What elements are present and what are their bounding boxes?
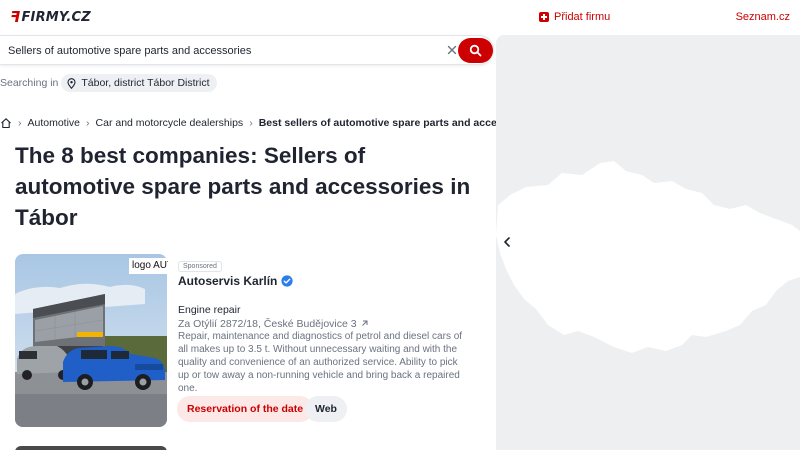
company-name-link[interactable]: Autoservis Karlín [178,274,293,288]
search-bar [0,35,494,65]
next-result-image[interactable] [15,446,167,450]
web-button[interactable]: Web [305,396,347,422]
result-description: Repair, maintenance and diagnostics of p… [178,331,463,394]
result-address-link[interactable]: Za Otýlií 2872/18, České Budějovice 3 [178,318,368,330]
seznam-link[interactable]: Seznam.cz [736,11,790,23]
company-name: Autoservis Karlín [178,274,278,288]
search-input[interactable] [8,42,438,60]
searching-in-row: Searching in Tábor, district Tábor Distr… [0,74,217,92]
add-firm-link[interactable]: Přidat firmu [539,11,610,23]
map-collapse-button[interactable] [500,234,514,250]
close-icon[interactable] [446,44,458,56]
chevron-right-icon: › [249,117,253,129]
searching-in-label: Searching in [0,77,59,89]
plus-square-icon [539,12,549,22]
home-icon[interactable] [0,117,12,129]
add-firm-label: Přidat firmu [554,11,611,23]
search-button[interactable] [458,38,493,63]
map-pin-icon [67,77,76,89]
chevron-right-icon: › [86,117,90,129]
result-address: Za Otýlií 2872/18, České Budějovice 3 [178,318,357,330]
location-label: Tábor, district Tábor District [81,77,210,89]
breadcrumb-item-dealerships[interactable]: Car and motorcycle dealerships [96,117,244,129]
page-title: The 8 best companies: Sellers of automot… [15,143,471,230]
map-panel[interactable] [496,35,800,450]
firmy-logo-icon: ꟻ [10,8,21,26]
verified-badge-icon [281,275,293,287]
czech-map-outline [496,161,800,353]
breadcrumb-current: Best sellers of automotive spare parts a… [258,117,518,129]
result-image[interactable] [15,254,167,427]
chevron-left-icon [504,237,510,247]
result-category: Engine repair [178,304,241,316]
logo-text: FIRMY.CZ [21,9,91,25]
chevron-right-icon: › [18,117,22,129]
reservation-button[interactable]: Reservation of the date [177,396,314,422]
external-link-icon [361,320,368,326]
breadcrumb-item-automotive[interactable]: Automotive [28,117,81,129]
sponsored-badge: Sponsored [178,261,222,272]
firmy-logo[interactable]: ꟻ FIRMY.CZ [10,8,91,26]
result-logo-alt: logo AUTOSERVIS KARLÍN [129,258,168,274]
location-chip[interactable]: Tábor, district Tábor District [61,74,217,92]
breadcrumb: › Automotive › Car and motorcycle dealer… [0,117,517,129]
top-bar: ꟻ FIRMY.CZ Přidat firmu Seznam.cz [0,0,800,34]
search-icon [469,44,482,57]
